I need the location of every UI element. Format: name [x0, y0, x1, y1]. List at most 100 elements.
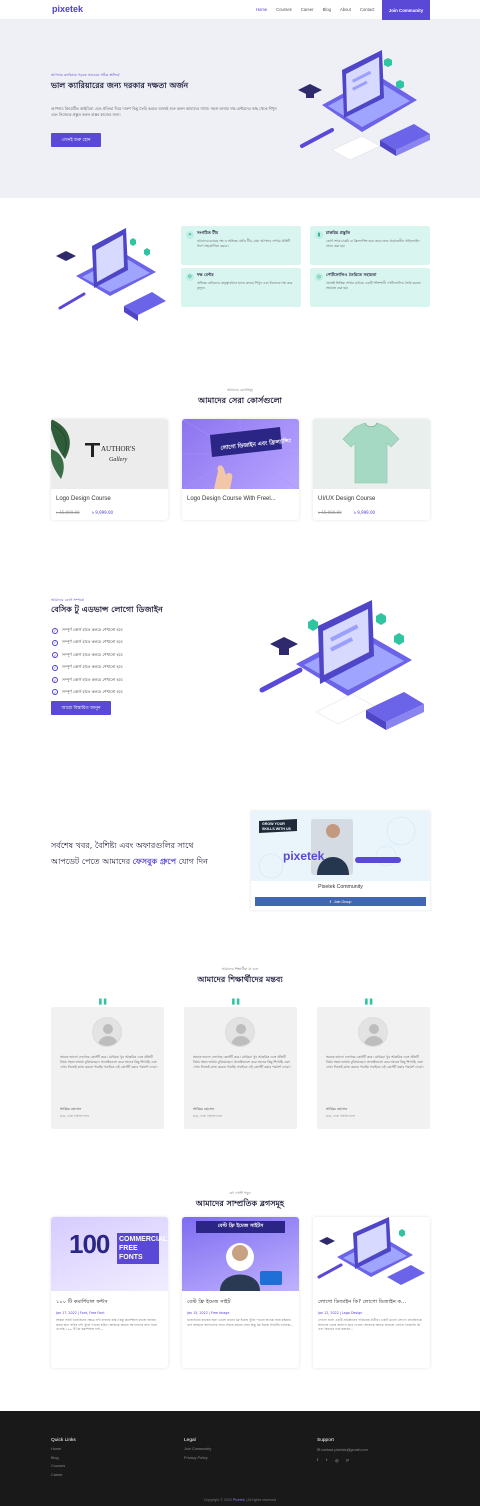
- gear-icon: ⚙: [186, 273, 194, 281]
- testimonials-eyebrow: আমাদের শিক্ষার্থীরা যা বলে: [221, 967, 259, 971]
- blog-card[interactable]: লোগো ডিজাইন কি? লোগো ডিজাইন ক... Jan 12,…: [313, 1217, 430, 1368]
- footer-link[interactable]: Blog: [51, 1456, 76, 1460]
- fonts-thumb: 100 COMMERCIAL FREE FONTS: [51, 1217, 168, 1291]
- course-price: ৳ 9,999.00: [92, 510, 114, 515]
- blog-post-excerpt: লোগো হলো একটি প্রতিষ্ঠানের পরিচয়ের প্রত…: [318, 1318, 422, 1332]
- footer-link[interactable]: Career: [51, 1473, 76, 1477]
- feature-desc: অভিজ্ঞ মেন্টরদের তত্ত্বাবধানে হাতে কলমে …: [197, 281, 293, 290]
- logo-feature-list: ✓ সম্পূর্ণ কোর্স হাতে কলমে শেখানো হবে ✓ সম…: [52, 627, 242, 701]
- avatar: [225, 1017, 255, 1047]
- fonts-thumb-number: 100: [69, 1229, 110, 1259]
- blog-title: আমাদের সাম্প্রতিক ব্লগসমূহ: [195, 1199, 285, 1208]
- check-icon: ✓: [52, 652, 58, 659]
- list-item-text: সম্পূর্ণ কোর্স হাতে কলমে শেখানো হবে: [62, 664, 123, 670]
- social-links: f t ◎ p: [317, 1458, 368, 1463]
- hero-title: ভাল ক্যারিয়ারের জন্য দরকার দক্ষতা অর্জন: [51, 81, 189, 90]
- join-community-button[interactable]: Join Community: [382, 0, 430, 20]
- hero-start-button[interactable]: এখনই শুরু হোন: [51, 133, 101, 147]
- list-item-text: সম্পূর্ণ কোর্স হাতে কলমে শেখানো হবে: [62, 688, 123, 694]
- testimonial-name: সাব্বির হোসেন: [193, 1107, 215, 1111]
- top-navbar: pixetek Home Courses Career Blog About C…: [0, 0, 480, 20]
- course-price: ৳ 9,999.00: [354, 510, 376, 515]
- join-group-button[interactable]: f Join Group: [255, 897, 426, 906]
- facebook-group-card[interactable]: GROW YOUR SKILLS WITH US pixetek Pixetek…: [251, 811, 430, 910]
- check-icon: ✓: [52, 677, 58, 684]
- course-old-price: ৳ 15,000.00: [318, 510, 342, 515]
- bookmark-icon: ▮: [315, 231, 323, 239]
- feature-title: চাকরির প্রস্তুতি: [326, 230, 351, 235]
- laptop-thumb: [313, 1217, 430, 1291]
- footer-link[interactable]: Courses: [51, 1464, 76, 1468]
- instagram-icon[interactable]: ◎: [335, 1458, 338, 1463]
- list-item: ✓ সম্পূর্ণ কোর্স হাতে কলমে শেখানো হবে: [52, 677, 242, 684]
- feature-title: সংগঠিত টীম: [197, 230, 219, 235]
- testimonial-role: ছাত্র, ঢাকা বিশ্ববিদ্যালয়: [60, 1114, 90, 1118]
- copyright: Copyright © 2020 Pixetek | All rights re…: [203, 1498, 277, 1502]
- footer-link[interactable]: Privacy Policy: [184, 1456, 211, 1460]
- group-name: Pixetek Community: [318, 884, 363, 890]
- list-item: ✓ সম্পূর্ণ কোর্স হাতে কলমে শেখানো হবে: [52, 664, 242, 671]
- facebook-group-highlight[interactable]: ফেসবুক গ্রুপে: [133, 857, 176, 866]
- check-icon: ✓: [52, 689, 58, 696]
- svg-text:AUTHOR'S: AUTHOR'S: [101, 445, 135, 453]
- footer-email[interactable]: ✉ contact.pixetek@gmail.com: [317, 1447, 368, 1452]
- community-line1: সর্বশেষ খবর, বৈশিষ্ট্য এবং অফারগুলির সাথ…: [51, 841, 194, 850]
- site-logo[interactable]: pixetek: [52, 4, 83, 14]
- nav-contact[interactable]: Contact: [360, 7, 374, 12]
- avatar: [92, 1017, 122, 1047]
- footer-quick-links: Quick Links Home Blog Courses Career: [51, 1438, 76, 1477]
- course-title[interactable]: Logo Design Course With Freel...: [187, 496, 276, 502]
- nav-home[interactable]: Home: [256, 7, 267, 12]
- twitter-icon[interactable]: t: [326, 1458, 327, 1463]
- author-thumb: AUTHOR'S Gallery: [51, 419, 168, 489]
- footer-link[interactable]: Home: [51, 1447, 76, 1451]
- testimonial-text: অনেক ভালো লেগেছে কোর্সটি করে। মেন্টররা খ…: [326, 1055, 424, 1069]
- courses-title: আমাদের সেরা কোর্সগুলো: [198, 396, 282, 405]
- footer-heading: Quick Links: [51, 1438, 76, 1443]
- blog-post-meta: Jan 17, 2022 | Font, Free Font: [56, 1311, 105, 1315]
- testimonial-name: সাব্বির হোসেন: [60, 1107, 82, 1111]
- list-item: ✓ সম্পূর্ণ কোর্স হাতে কলমে শেখানো হবে: [52, 652, 242, 659]
- svg-text:Gallery: Gallery: [109, 457, 128, 463]
- facebook-icon[interactable]: f: [317, 1458, 318, 1463]
- nav-blog[interactable]: Blog: [323, 7, 331, 12]
- nav-about[interactable]: About: [340, 7, 351, 12]
- testimonials-title: আমাদের শিক্ষার্থীদের মন্তব্য: [197, 975, 283, 984]
- blog-post-meta: Jan 15, 2022 | Free Image: [187, 1311, 230, 1315]
- footer-support: Support ✉ contact.pixetek@gmail.com f t …: [317, 1438, 368, 1463]
- testimonial-role: ছাত্র, ঢাকা বিশ্ববিদ্যালয়: [193, 1114, 223, 1118]
- check-icon: ✓: [52, 627, 58, 634]
- course-title[interactable]: UI/UX Design Course: [318, 496, 375, 502]
- banner-slogan: GROW YOUR SKILLS WITH US: [262, 822, 291, 831]
- list-item-text: সম্পূর্ণ কোর্স হাতে কলমে শেখানো হবে: [62, 627, 123, 632]
- pinterest-icon[interactable]: p: [346, 1458, 348, 1463]
- footer-link[interactable]: Join Community: [184, 1447, 211, 1451]
- feature-title: দক্ষ মেন্টর: [197, 272, 214, 277]
- site-footer: Quick Links Home Blog Courses Career Leg…: [0, 1411, 480, 1506]
- tshirt-thumb: [313, 419, 430, 489]
- copyright-brand[interactable]: Pixetek: [233, 1498, 245, 1502]
- course-title[interactable]: Logo Design Course: [56, 496, 111, 502]
- list-item-text: সম্পূর্ণ কোর্স হাতে কলমে শেখানো হবে: [62, 639, 123, 645]
- blog-post-excerpt: আমরা সবাই ডিজাইনের ক্ষেত্রে ফন্ট ব্যবহার…: [56, 1318, 157, 1332]
- feature-card-job: ▮ চাকরির প্রস্তুতি কোর্স শেষে চাকরি বা ফ…: [310, 226, 430, 265]
- blog-post-title[interactable]: ১০০ টি কমার্শিয়াল ফন্টস: [56, 1299, 108, 1307]
- course-card[interactable]: AUTHOR'S Gallery Logo Design Course ৳ 15…: [51, 419, 168, 520]
- hero-eyebrow: আপনার ক্যারিয়ার গড়তে সবচেয়ে সঠিক প্লা…: [51, 73, 120, 77]
- nav-career[interactable]: Career: [301, 7, 314, 12]
- blog-post-meta: Jan 12, 2022 | Logo Design: [318, 1311, 363, 1315]
- testimonial-card: " অনেক ভালো লেগেছে কোর্সটি করে। মেন্টররা…: [317, 995, 430, 1129]
- blog-post-title[interactable]: লোগো ডিজাইন কি? লোগো ডিজাইন ক...: [318, 1299, 406, 1307]
- group-banner: GROW YOUR SKILLS WITH US pixetek: [251, 811, 430, 881]
- course-card[interactable]: UI/UX Design Course ৳ 15,000.00 ৳ 9,999.…: [313, 419, 430, 520]
- feature-desc: আমাদের রয়েছে দক্ষ ও অভিজ্ঞ মেন্টর টীম, …: [197, 239, 291, 248]
- nav-courses[interactable]: Courses: [276, 7, 292, 12]
- course-card[interactable]: লোগো ডিজাইন এবং ফ্রিল্যান্সিং Logo Desig…: [182, 419, 299, 520]
- banner-logo: pixetek: [283, 849, 325, 863]
- blog-card[interactable]: 100 COMMERCIAL FREE FONTS ১০০ টি কমার্শি…: [51, 1217, 168, 1368]
- blog-card[interactable]: বেস্ট ফ্রি ইমেজ সাইটস বেস্ট ফ্রি ইমেজ সা…: [182, 1217, 299, 1368]
- blog-post-title[interactable]: বেস্ট ফ্রি ইমেজ সাইট: [187, 1299, 231, 1307]
- testimonial-name: সাব্বির হোসেন: [326, 1107, 348, 1111]
- courses-eyebrow: আমাদের কোর্সসমূহ: [227, 388, 253, 392]
- learn-more-button[interactable]: আরো বিস্তারিত জানুন: [51, 701, 111, 715]
